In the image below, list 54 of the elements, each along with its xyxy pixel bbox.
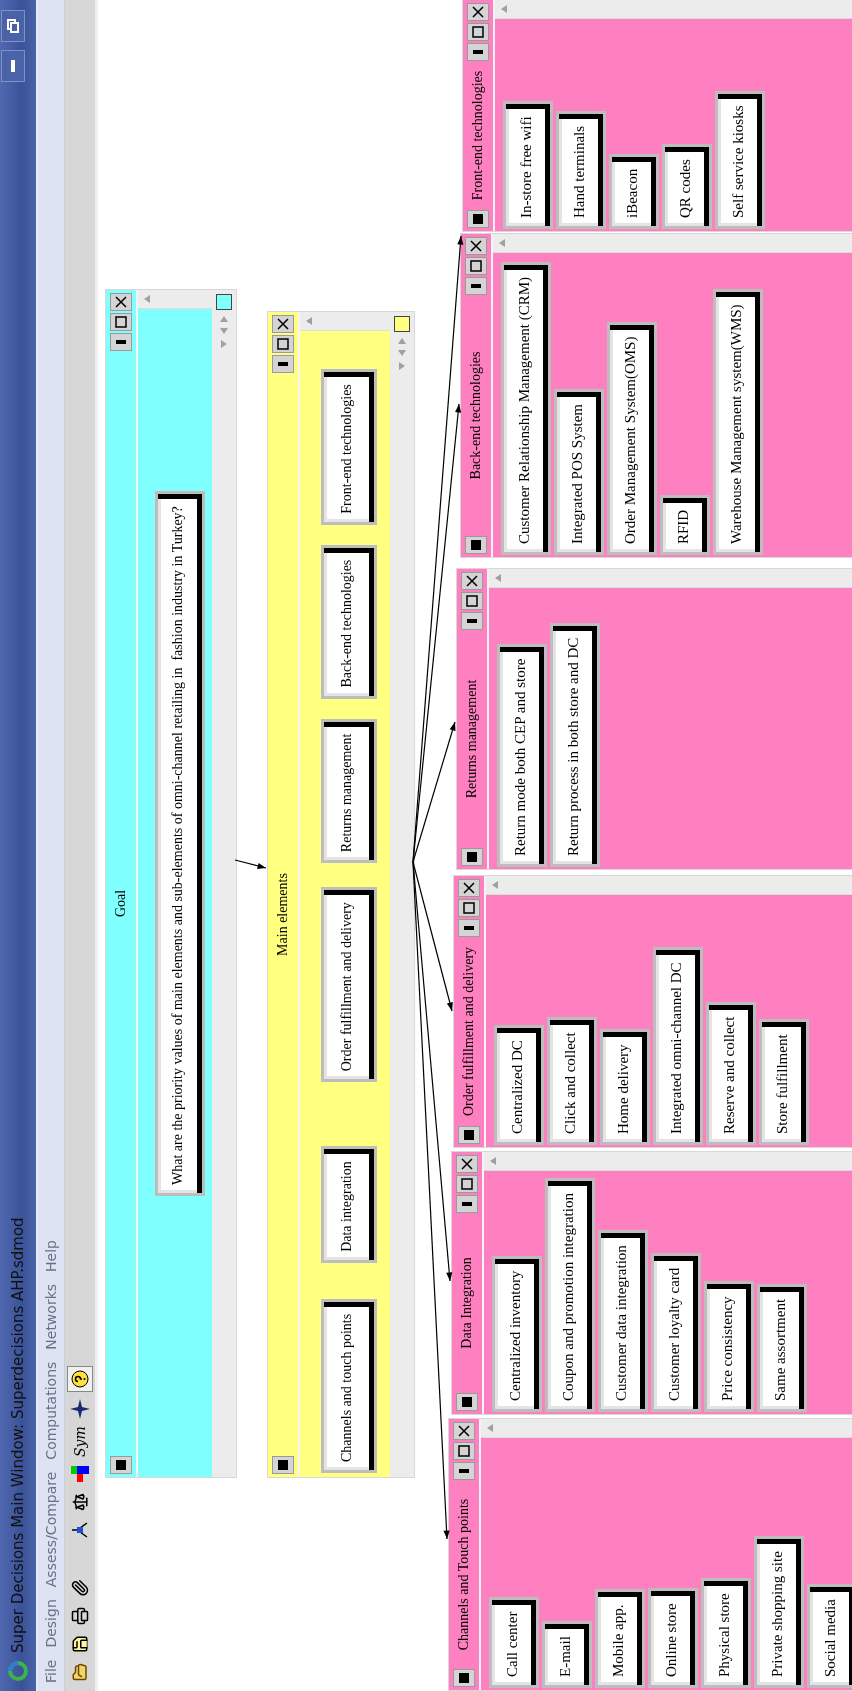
window-title: Super Decisions Main Window: Superdecisions AHP.sdmod (9, 1216, 27, 1653)
node-button[interactable]: What are the priority values of main elements and sub-elements of omni-channel retailing in fashion industry in Turkey? (155, 491, 205, 1196)
cluster-title: Back-end technologies (468, 350, 484, 482)
node-button[interactable]: Coupon and promotion integration (545, 1178, 595, 1412)
node-button[interactable]: Price consistency (704, 1281, 754, 1412)
node-button[interactable]: Channels and touch points (321, 1298, 377, 1473)
node-button[interactable]: Integrated POS System (554, 389, 604, 555)
cluster-title: Main elements (275, 872, 291, 958)
node-button[interactable]: Physical store (701, 1578, 751, 1688)
toolbar-label[interactable]: Sym (72, 1426, 88, 1457)
node-button[interactable]: Centralized inventory (492, 1255, 542, 1412)
node-button[interactable]: Back-end technologies (321, 544, 377, 699)
node-button[interactable]: Same assortment (757, 1283, 807, 1412)
cluster-title: Data Integration (459, 1256, 475, 1351)
node-button[interactable]: Social media (807, 1584, 852, 1688)
menu-item[interactable]: Assess/Compare (43, 1471, 59, 1588)
node-button[interactable]: Customer data integration (598, 1230, 648, 1412)
node-button[interactable]: Data integration (321, 1146, 377, 1263)
node-button[interactable]: Online store (648, 1588, 698, 1688)
node-button[interactable]: Home delivery (600, 1029, 650, 1145)
node-button[interactable]: Hand terminals (556, 110, 606, 229)
node-button[interactable]: Mobile app. (595, 1589, 645, 1688)
node-button[interactable]: Private shopping site (754, 1536, 804, 1688)
node-button[interactable]: Self service kiosks (715, 90, 765, 229)
node-button[interactable]: Front-end technologies (321, 369, 377, 525)
cluster-title: Returns management (464, 678, 480, 801)
menu-item[interactable]: Computations (43, 1361, 59, 1460)
cluster-title: Goal (113, 888, 129, 920)
node-button[interactable]: RFID (660, 494, 710, 555)
menu-item[interactable]: Help (43, 1240, 59, 1272)
node-button[interactable]: Order Management System(OMS) (607, 321, 657, 555)
menu-item[interactable]: Design (43, 1599, 59, 1648)
cluster-title: Order fulfillment and delivery (461, 945, 477, 1119)
node-button[interactable]: Customer loyalty card (651, 1252, 701, 1412)
node-button[interactable]: Click and collect (547, 1017, 597, 1145)
node-button[interactable]: Integrated omni-channel DC (653, 947, 703, 1145)
node-button[interactable]: Reserve and collect (706, 1001, 756, 1145)
menu-item[interactable]: File (43, 1659, 59, 1683)
node-button[interactable]: E-mail (542, 1621, 592, 1688)
node-button[interactable]: Customer Relationship Management (CRM) (501, 261, 551, 555)
node-button[interactable]: iBeacon (609, 153, 659, 229)
cluster-title: Channels and Touch points (456, 1497, 472, 1653)
node-button[interactable]: Centralized DC (494, 1025, 544, 1145)
menu-item[interactable]: Networks (43, 1283, 59, 1350)
node-button[interactable]: In-store free wifi (503, 101, 553, 229)
node-button[interactable]: Warehouse Management system(WMS) (713, 289, 763, 555)
node-button[interactable]: Return process in both store and DC (550, 622, 600, 867)
node-button[interactable]: Returns management (321, 718, 377, 864)
node-button[interactable]: Order fulfillment and delivery (321, 887, 377, 1083)
cluster-title: Front-end technologies (470, 69, 486, 203)
node-button[interactable]: Call center (489, 1596, 539, 1688)
node-button[interactable]: Return mode both CEP and store (497, 643, 547, 867)
node-button[interactable]: Store fulfillment (759, 1019, 809, 1145)
node-button[interactable]: QR codes (662, 144, 712, 229)
